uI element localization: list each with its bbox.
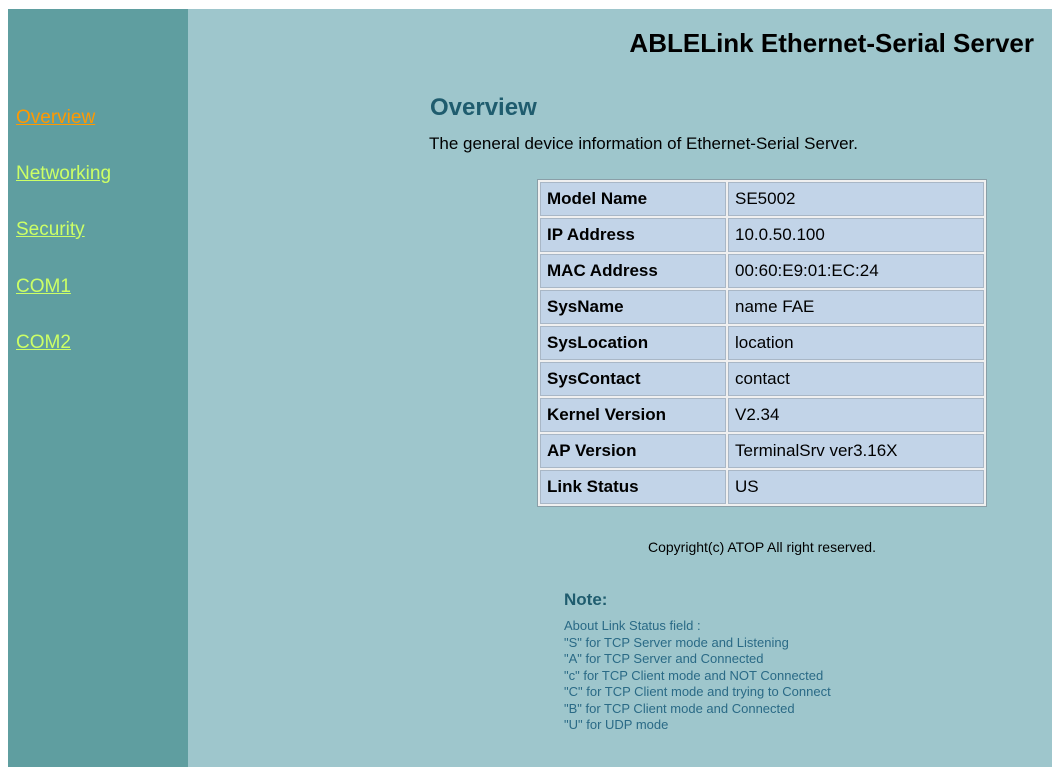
- note-line: "U" for UDP mode: [564, 717, 669, 732]
- row-label: SysName: [540, 290, 726, 324]
- row-value: 00:60:E9:01:EC:24: [728, 254, 984, 288]
- table-row: Link Status US: [540, 470, 984, 504]
- row-label: MAC Address: [540, 254, 726, 288]
- row-value: US: [728, 470, 984, 504]
- table-row: SysName name FAE: [540, 290, 984, 324]
- copyright-text: Copyright(c) ATOP All right reserved.: [648, 539, 876, 555]
- table-row: Model Name SE5002: [540, 182, 984, 216]
- note-line: "C" for TCP Client mode and trying to Co…: [564, 684, 831, 699]
- row-label: SysContact: [540, 362, 726, 396]
- note-line: About Link Status field :: [564, 618, 701, 633]
- table-row: AP Version TerminalSrv ver3.16X: [540, 434, 984, 468]
- row-label: Model Name: [540, 182, 726, 216]
- device-info-table: Model Name SE5002 IP Address 10.0.50.100…: [537, 179, 987, 507]
- app-title: ABLELink Ethernet-Serial Server: [629, 28, 1034, 58]
- row-value: 10.0.50.100: [728, 218, 984, 252]
- table-row: Kernel Version V2.34: [540, 398, 984, 432]
- table-row: IP Address 10.0.50.100: [540, 218, 984, 252]
- note-line: "B" for TCP Client mode and Connected: [564, 700, 795, 716]
- row-value: location: [728, 326, 984, 360]
- row-label: Link Status: [540, 470, 726, 504]
- note-line: "S" for TCP Server mode and Listening: [564, 634, 789, 650]
- note-line: "c" for TCP Client mode and NOT Connecte…: [564, 667, 824, 683]
- page-title: Overview: [430, 94, 537, 121]
- row-label: SysLocation: [540, 326, 726, 360]
- table-row: SysLocation location: [540, 326, 984, 360]
- row-value: contact: [728, 362, 984, 396]
- sidebar-item-security[interactable]: Security: [16, 219, 85, 241]
- table-row: SysContact contact: [540, 362, 984, 396]
- sidebar-item-networking[interactable]: Networking: [16, 163, 111, 185]
- table-row: MAC Address 00:60:E9:01:EC:24: [540, 254, 984, 288]
- page-description: The general device information of Ethern…: [429, 134, 859, 153]
- row-value: name FAE: [728, 290, 984, 324]
- sidebar-item-com2[interactable]: COM2: [16, 332, 71, 354]
- note-line: "A" for TCP Server and Connected: [564, 651, 764, 666]
- row-value: SE5002: [728, 182, 984, 216]
- note-body: About Link Status field : "S" for TCP Se…: [564, 618, 831, 734]
- page-frame: Overview Networking Security COM1 COM2 A…: [8, 9, 1052, 767]
- row-label: AP Version: [540, 434, 726, 468]
- note-title: Note:: [564, 590, 608, 609]
- sidebar-item-overview[interactable]: Overview: [16, 107, 95, 129]
- row-label: Kernel Version: [540, 398, 726, 432]
- row-value: V2.34: [728, 398, 984, 432]
- row-label: IP Address: [540, 218, 726, 252]
- sidebar-nav: Overview Networking Security COM1 COM2: [8, 9, 188, 767]
- sidebar-item-com1[interactable]: COM1: [16, 276, 71, 298]
- row-value: TerminalSrv ver3.16X: [728, 434, 984, 468]
